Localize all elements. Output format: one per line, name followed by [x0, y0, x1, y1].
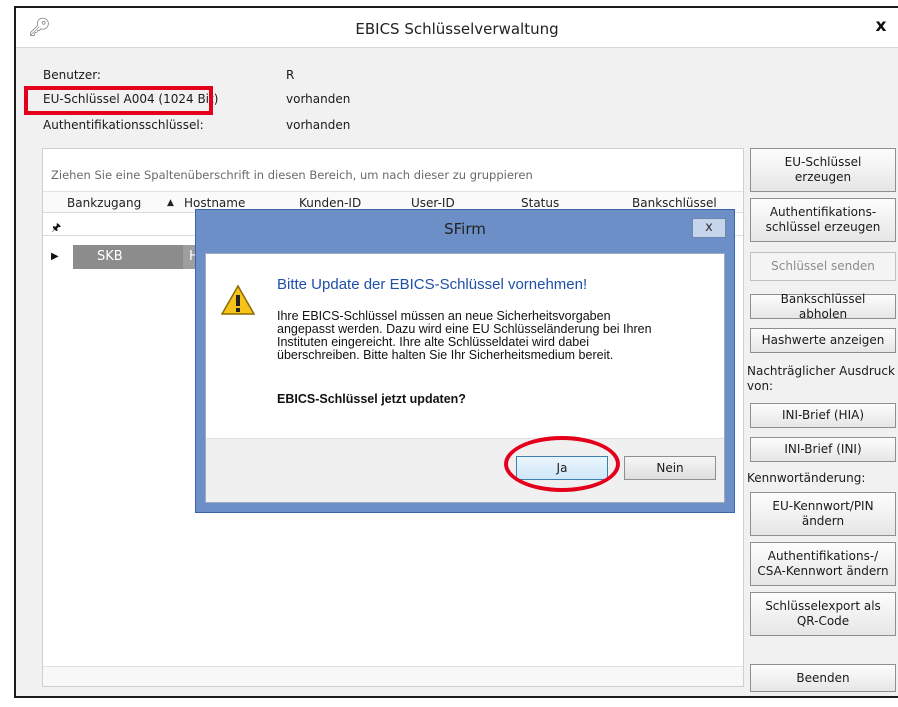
auth-key-value: vorhanden	[286, 118, 351, 132]
cell-bankzugang[interactable]: SKB	[73, 245, 183, 269]
user-label: Benutzer:	[43, 68, 101, 82]
pin-icon: 🖈︎	[51, 221, 62, 234]
warning-icon	[220, 284, 256, 319]
quit-button[interactable]: Beenden	[750, 664, 896, 692]
ini-ini-button[interactable]: INI-Brief (INI)	[750, 437, 896, 462]
dialog-close-button[interactable]: x	[692, 218, 726, 238]
window-title: EBICS Schlüsselverwaltung	[355, 20, 559, 38]
password-change-label: Kennwortänderung:	[747, 471, 866, 485]
dialog-button-bar: Ja Nein	[206, 438, 724, 502]
sort-ascending-icon: ▲	[167, 198, 174, 208]
auth-password-change-button[interactable]: Authentifikations-/ CSA-Kennwort ändern	[750, 542, 896, 586]
no-button[interactable]: Nein	[624, 456, 716, 480]
dialog-heading: Bitte Update der EBICS-Schlüssel vornehm…	[277, 276, 588, 293]
close-button[interactable]: x	[868, 14, 894, 38]
column-header-user-id[interactable]: User-ID	[411, 196, 455, 210]
dialog-body: Bitte Update der EBICS-Schlüssel vornehm…	[205, 253, 725, 503]
column-header-bankschluessel[interactable]: Bankschlüssel	[632, 196, 717, 210]
hash-show-button[interactable]: Hashwerte anzeigen	[750, 328, 896, 353]
highlight-box	[24, 86, 213, 115]
title-bar: 🔑︎ EBICS Schlüsselverwaltung x	[16, 8, 898, 48]
dialog-title: SFirm	[444, 220, 486, 238]
dialog-question: EBICS-Schlüssel jetzt updaten?	[277, 392, 466, 406]
grid-footer	[43, 666, 743, 686]
column-header-status[interactable]: Status	[521, 196, 559, 210]
message-line: überschreiben. Bitte halten Sie Ihr Sich…	[277, 348, 614, 362]
yes-button[interactable]: Ja	[516, 456, 608, 480]
group-by-hint: Ziehen Sie eine Spaltenüberschrift in di…	[51, 168, 533, 182]
key-send-button[interactable]: Schlüssel senden	[750, 252, 896, 281]
ini-hia-button[interactable]: INI-Brief (HIA)	[750, 403, 896, 428]
later-print-label: Nachträglicher Ausdruck von:	[747, 364, 895, 393]
row-indicator-icon: ▶	[51, 251, 59, 262]
auth-key-create-button[interactable]: Authentifikations-schlüssel erzeugen	[750, 198, 896, 242]
bank-key-fetch-button[interactable]: Bankschlüssel abholen	[750, 292, 896, 321]
dialog-message: Ihre EBICS-Schlüssel müssen an neue Sich…	[277, 310, 717, 362]
eu-key-value: vorhanden	[286, 92, 351, 106]
column-header-kunden-id[interactable]: Kunden-ID	[299, 196, 361, 210]
column-header-bankzugang[interactable]: Bankzugang	[67, 196, 141, 210]
eu-password-change-button[interactable]: EU-Kennwort/PIN ändern	[750, 492, 896, 536]
auth-key-label: Authentifikationsschlüssel:	[43, 118, 204, 132]
user-value: R	[286, 68, 295, 82]
sfirm-dialog: SFirm x Bitte Update der EBICS-Schlüssel…	[195, 209, 735, 513]
key-export-qr-button[interactable]: Schlüsselexport als QR-Code	[750, 592, 896, 636]
eu-key-create-button[interactable]: EU-Schlüssel erzeugen	[750, 148, 896, 192]
column-header-hostname[interactable]: Hostname	[184, 196, 245, 210]
